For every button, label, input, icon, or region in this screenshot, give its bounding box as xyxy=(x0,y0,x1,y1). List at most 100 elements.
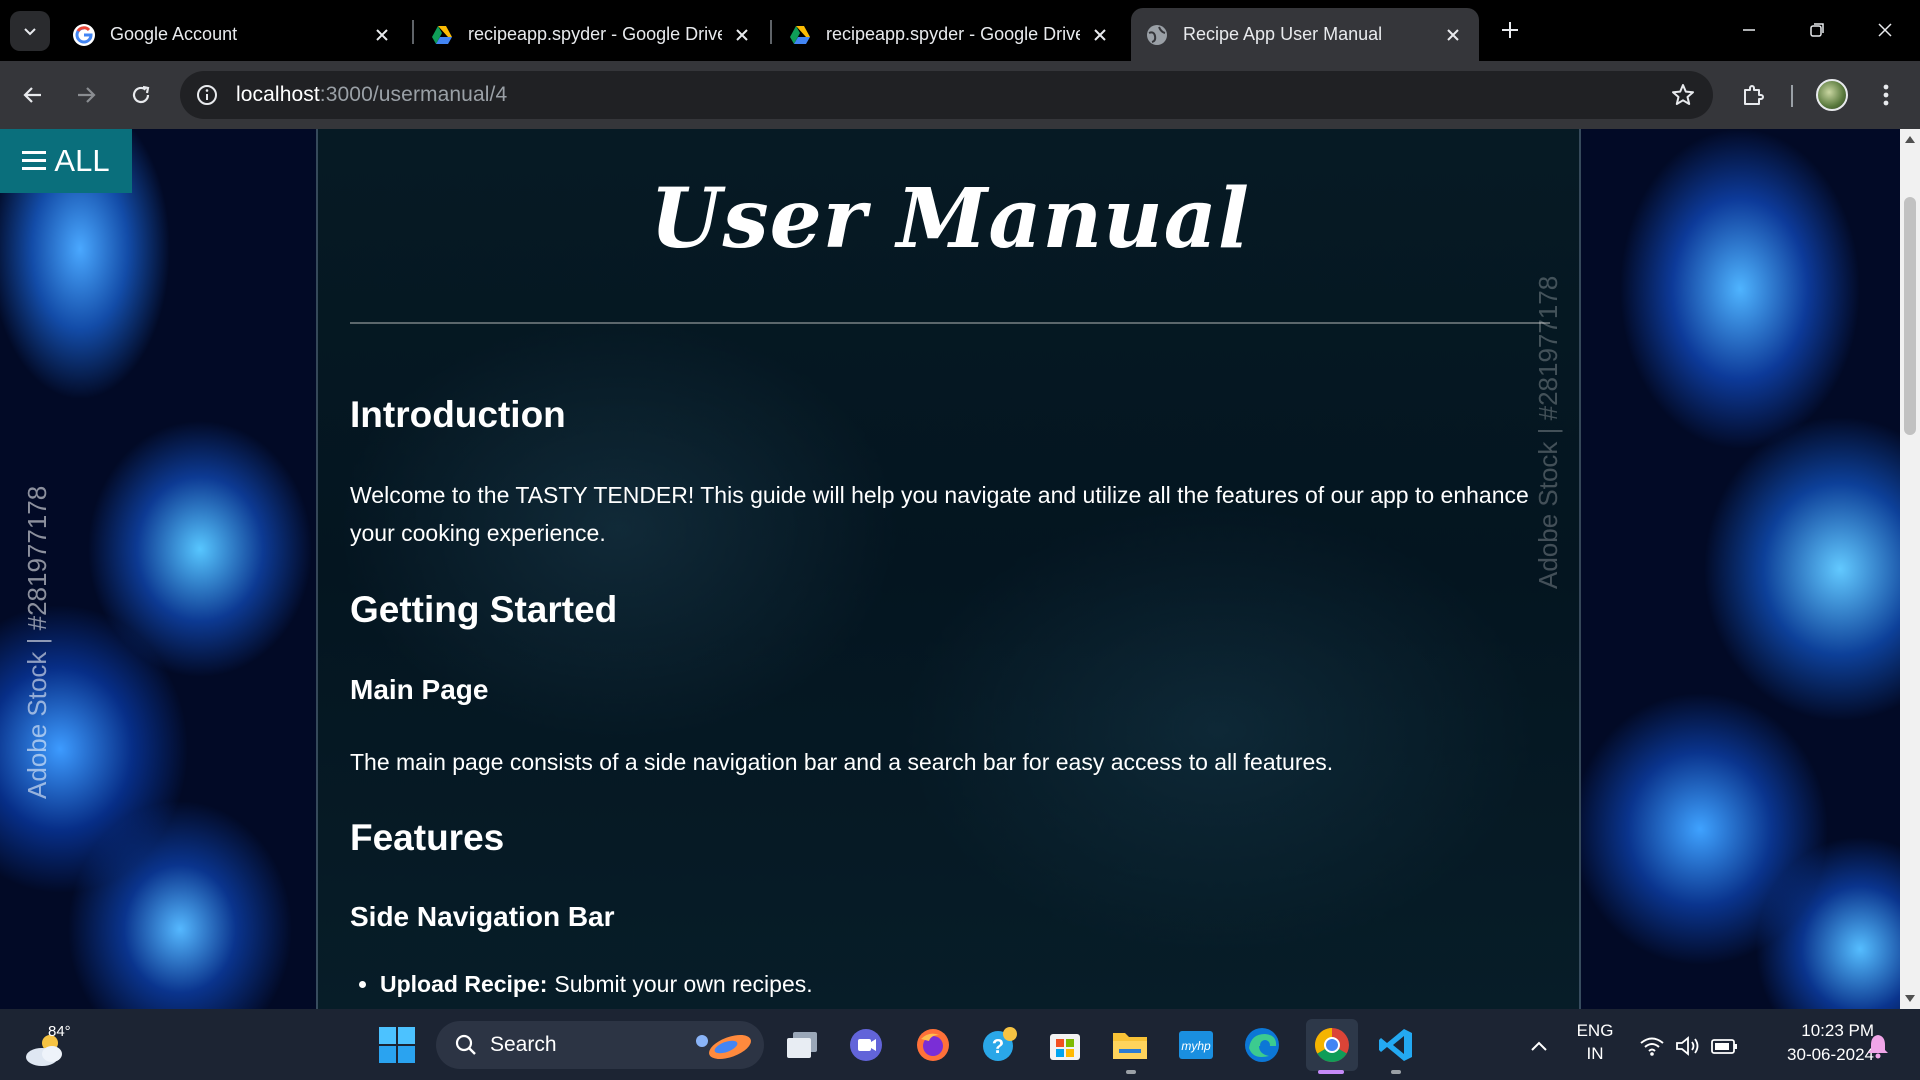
url-text: localhost:3000/usermanual/4 xyxy=(236,83,507,107)
more-vertical-icon xyxy=(1883,84,1889,106)
get-help-icon[interactable]: ? xyxy=(977,1023,1021,1067)
url-host: localhost xyxy=(236,83,320,106)
reload-button[interactable] xyxy=(121,75,161,115)
manual-content-panel: User Manual Introduction Welcome to the … xyxy=(316,129,1581,1009)
minimize-button[interactable] xyxy=(1729,10,1769,50)
weather-temp: 84° xyxy=(48,1023,71,1040)
side-nav-heading: Side Navigation Bar xyxy=(350,901,615,932)
hamburger-icon xyxy=(22,151,47,171)
myhp-icon[interactable]: myhp xyxy=(1174,1023,1218,1067)
forward-button[interactable] xyxy=(66,75,106,115)
tab-google-drive-1[interactable]: recipeapp.spyder - Google Drive xyxy=(416,8,768,61)
chrome-icon[interactable] xyxy=(1306,1019,1358,1071)
tab-title: Google Account xyxy=(110,24,238,44)
language-indicator[interactable]: ENG IN xyxy=(1574,1021,1616,1064)
battery-icon[interactable] xyxy=(1710,1033,1738,1059)
clock-date: 30-06-2024 xyxy=(1787,1045,1874,1064)
weather-widget[interactable]: 84° xyxy=(24,1023,84,1067)
teams-chat-icon[interactable] xyxy=(844,1023,888,1067)
tab-google-account[interactable]: Google Account xyxy=(58,8,408,61)
minimize-icon xyxy=(1743,29,1755,31)
page-title: User Manual xyxy=(649,171,1250,267)
browser-menu-button[interactable] xyxy=(1866,75,1906,115)
windows-taskbar: 84° Search ? myhp ENG IN 10:23 PM 30-06-… xyxy=(0,1009,1920,1080)
active-app-indicator xyxy=(1318,1070,1344,1074)
page-viewport: Adobe Stock | #281977178 User Manual Int… xyxy=(0,129,1900,1009)
site-info-icon[interactable] xyxy=(192,80,222,110)
tab-recipe-manual[interactable]: Recipe App User Manual xyxy=(1131,8,1479,61)
region-code: IN xyxy=(1586,1044,1604,1063)
tab-separator xyxy=(770,20,772,44)
svg-text:myhp: myhp xyxy=(1181,1039,1211,1053)
feature-list: Upload Recipe: Submit your own recipes. xyxy=(350,971,813,998)
bookmark-star-icon[interactable] xyxy=(1669,81,1697,109)
menu-label: ALL xyxy=(54,143,110,178)
vscode-icon[interactable] xyxy=(1374,1023,1418,1067)
close-tab-icon[interactable] xyxy=(370,23,394,47)
arrow-right-icon xyxy=(78,87,96,103)
running-indicator xyxy=(1391,1070,1401,1074)
new-tab-button[interactable] xyxy=(1494,14,1526,46)
language-code: ENG xyxy=(1576,1021,1614,1040)
feature-term: Upload Recipe: xyxy=(380,971,548,997)
close-window-button[interactable] xyxy=(1865,10,1905,50)
close-tab-icon[interactable] xyxy=(1088,23,1112,47)
volume-icon[interactable] xyxy=(1674,1033,1702,1059)
side-menu-toggle-button[interactable]: ALL xyxy=(0,129,132,193)
clock[interactable]: 10:23 PM 30-06-2024 xyxy=(1752,1021,1874,1065)
intro-text: Welcome to the TASTY TENDER! This guide … xyxy=(350,482,1529,546)
extensions-button[interactable] xyxy=(1733,75,1773,115)
plus-icon xyxy=(1502,22,1518,38)
clock-time: 10:23 PM xyxy=(1801,1021,1874,1040)
edge-icon[interactable] xyxy=(1240,1023,1284,1067)
scroll-down-icon[interactable] xyxy=(1904,993,1916,1005)
profile-avatar[interactable] xyxy=(1816,79,1848,111)
notification-bell-icon[interactable] xyxy=(1864,1033,1892,1059)
address-bar[interactable]: localhost:3000/usermanual/4 xyxy=(180,71,1713,119)
globe-icon xyxy=(1147,24,1167,45)
scroll-up-icon[interactable] xyxy=(1904,133,1916,145)
bullet xyxy=(359,981,366,988)
microsoft-store-icon[interactable] xyxy=(1043,1023,1087,1067)
feature-desc: Submit your own recipes. xyxy=(554,971,813,997)
task-view-icon[interactable] xyxy=(780,1023,824,1067)
tab-google-drive-2[interactable]: recipeapp.spyder - Google Drive xyxy=(774,8,1126,61)
taskbar-search[interactable]: Search xyxy=(436,1021,764,1069)
running-indicator xyxy=(1126,1070,1136,1074)
puzzle-icon xyxy=(1744,85,1764,105)
chevron-down-icon xyxy=(24,28,36,36)
back-button[interactable] xyxy=(13,75,53,115)
google-drive-icon xyxy=(790,25,810,44)
search-highlight-icon xyxy=(696,1034,751,1060)
tab-title: recipeapp.spyder - Google Drive xyxy=(826,24,1080,44)
file-explorer-icon[interactable] xyxy=(1108,1023,1152,1067)
restore-icon xyxy=(1810,23,1824,37)
main-page-heading: Main Page xyxy=(350,674,489,705)
tab-strip: Google Account recipeapp.spyder - Google… xyxy=(0,0,1920,61)
firefox-icon[interactable] xyxy=(911,1023,955,1067)
restore-button[interactable] xyxy=(1797,10,1837,50)
page-scrollbar[interactable] xyxy=(1900,129,1920,1009)
browser-toolbar: localhost:3000/usermanual/4 xyxy=(0,61,1920,129)
svg-text:?: ? xyxy=(992,1036,1004,1058)
url-path: :3000/usermanual/4 xyxy=(319,83,508,106)
tab-search-button[interactable] xyxy=(10,11,50,51)
title-divider xyxy=(350,322,1550,324)
chevron-up-icon[interactable] xyxy=(1525,1033,1553,1059)
tab-separator xyxy=(412,20,414,44)
wifi-icon[interactable] xyxy=(1638,1033,1666,1059)
list-item: Upload Recipe: Submit your own recipes. xyxy=(350,971,813,998)
reload-icon xyxy=(132,85,150,104)
close-tab-icon[interactable] xyxy=(730,23,754,47)
close-tab-icon[interactable] xyxy=(1441,23,1465,47)
stock-watermark: Adobe Stock | #281977178 xyxy=(1533,275,1563,589)
stock-watermark: Adobe Stock | #281977178 xyxy=(22,485,52,799)
arrow-left-icon xyxy=(23,87,41,103)
intro-heading: Introduction xyxy=(350,394,566,435)
tab-title: Recipe App User Manual xyxy=(1183,24,1383,44)
search-icon xyxy=(455,1034,476,1055)
start-button[interactable] xyxy=(378,1026,416,1064)
toolbar-separator xyxy=(1791,85,1793,107)
scroll-thumb[interactable] xyxy=(1904,197,1916,435)
google-drive-icon xyxy=(432,25,452,44)
